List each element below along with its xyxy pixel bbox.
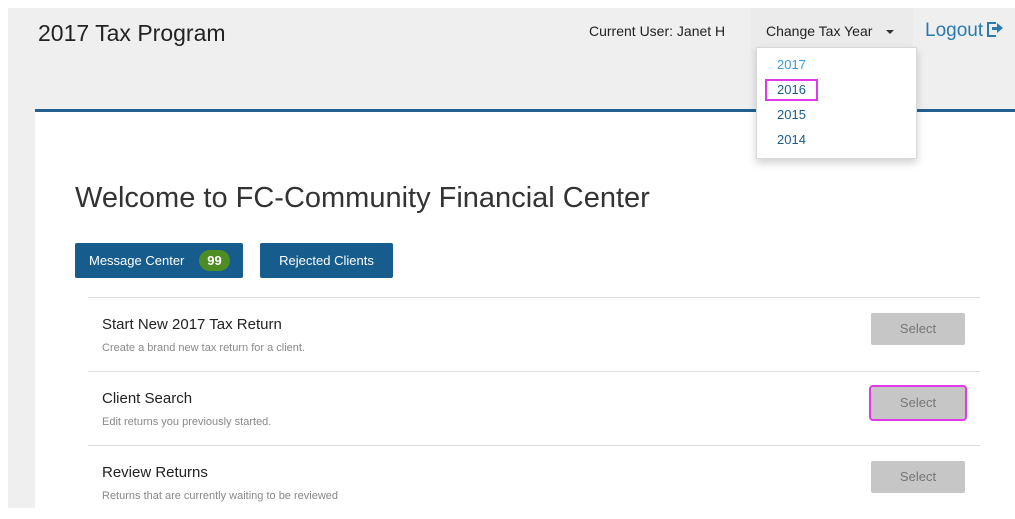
year-option-2015[interactable]: 2015 <box>765 104 818 126</box>
logout-link[interactable]: Logout <box>925 20 1004 42</box>
year-option-2016[interactable]: 2016 <box>765 79 818 101</box>
task-description: Create a brand new tax return for a clie… <box>102 342 305 354</box>
task-title: Start New 2017 Tax Return <box>102 316 282 333</box>
task-title: Review Returns <box>102 464 208 481</box>
message-count-badge: 99 <box>199 250 230 271</box>
year-option-2014[interactable]: 2014 <box>765 129 818 151</box>
task-description: Edit returns you previously started. <box>102 416 272 428</box>
task-row-start-new-return: Start New 2017 Tax Return Create a brand… <box>88 297 980 371</box>
main-panel: Welcome to FC-Community Financial Center… <box>35 109 1015 511</box>
logout-label: Logout <box>925 20 984 41</box>
rejected-clients-button[interactable]: Rejected Clients <box>260 243 393 278</box>
app-title: 2017 Tax Program <box>38 20 226 46</box>
select-button[interactable]: Select <box>871 461 965 493</box>
year-option-2017[interactable]: 2017 <box>765 54 818 76</box>
select-button[interactable]: Select <box>869 385 967 421</box>
message-center-label: Message Center <box>89 253 185 268</box>
current-user-label: Current User: Janet H <box>589 23 726 39</box>
caret-down-icon <box>886 30 894 34</box>
task-row-client-search: Client Search Edit returns you previousl… <box>88 371 980 445</box>
sign-out-icon <box>987 22 1004 37</box>
task-list: Start New 2017 Tax Return Create a brand… <box>88 297 980 519</box>
welcome-heading: Welcome to FC-Community Financial Center <box>75 182 650 214</box>
message-center-button[interactable]: Message Center 99 <box>75 243 243 278</box>
select-button[interactable]: Select <box>871 313 965 345</box>
task-description: Returns that are currently waiting to be… <box>102 490 339 502</box>
change-tax-year-label: Change Tax Year <box>766 23 873 39</box>
tax-year-menu: 2017 2016 2015 2014 <box>756 47 917 159</box>
task-title: Client Search <box>102 390 193 407</box>
